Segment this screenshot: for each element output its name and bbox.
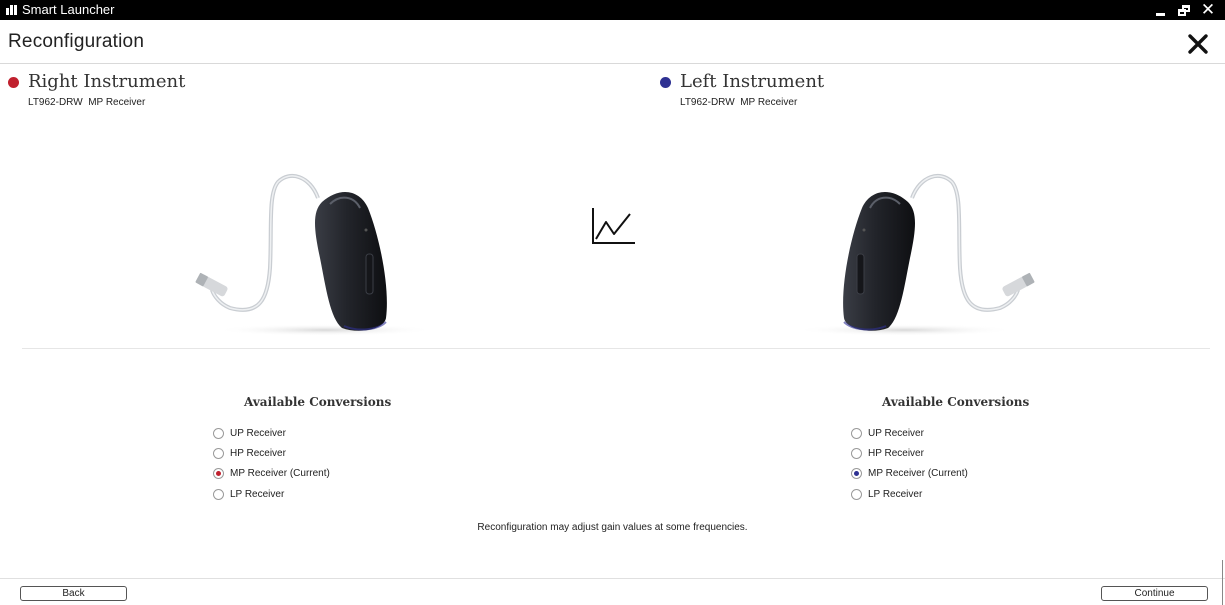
right-instrument-subtitle: LT962-DRW MP Receiver [28,97,145,108]
right-hearing-aid-image [195,173,430,336]
reconfiguration-note: Reconfiguration may adjust gain values a… [477,522,748,533]
left-instrument-dot [660,77,671,88]
option-label: HP Receiver [868,447,924,459]
right-instrument-receiver: MP Receiver [88,97,146,108]
right-instrument-model: LT962-DRW [28,97,83,108]
window-title-bar: Smart Launcher ✕ [0,0,1225,20]
left-instrument-title: Left Instrument [680,71,825,92]
right-option-hp-receiver[interactable]: HP Receiver [213,445,286,461]
back-button[interactable]: Back [20,586,127,601]
left-instrument-receiver: MP Receiver [740,97,798,108]
header-divider [0,63,1225,64]
continue-button[interactable]: Continue [1101,586,1208,601]
right-option-lp-receiver[interactable]: LP Receiver [213,486,284,502]
left-option-hp-receiver[interactable]: HP Receiver [851,445,924,461]
radio-button[interactable] [851,488,862,500]
app-signal-bars-icon [6,5,18,15]
left-option-lp-receiver[interactable]: LP Receiver [851,486,922,502]
option-label: UP Receiver [230,427,286,439]
option-label: UP Receiver [868,427,924,439]
right-conversions-heading: Available Conversions [244,395,392,409]
radio-button[interactable] [213,488,224,500]
right-option-up-receiver[interactable]: UP Receiver [213,425,286,441]
window-title: Smart Launcher [22,2,115,17]
left-option-mp-receiver-current[interactable]: MP Receiver (Current) [851,465,968,481]
radio-button[interactable] [213,427,224,439]
option-label: LP Receiver [868,488,923,500]
maximize-button[interactable] [1173,0,1195,20]
radio-button-selected[interactable] [851,467,862,479]
left-instrument-subtitle: LT962-DRW MP Receiver [680,97,797,108]
window-close-button[interactable]: ✕ [1197,0,1219,20]
minimize-button[interactable] [1150,0,1172,20]
close-icon[interactable] [1186,32,1210,56]
page-title: Reconfiguration [8,31,145,52]
option-label: MP Receiver (Current) [868,467,968,479]
radio-button[interactable] [851,447,862,459]
right-instrument-dot [8,77,19,88]
left-hearing-aid-image [800,173,1035,336]
left-conversions-heading: Available Conversions [882,395,1030,409]
radio-button[interactable] [851,427,862,439]
option-label: LP Receiver [230,488,285,500]
left-option-up-receiver[interactable]: UP Receiver [851,425,924,441]
section-divider [22,348,1210,349]
option-label: HP Receiver [230,447,286,459]
radio-button-selected[interactable] [213,467,224,479]
window-edge [1222,560,1223,605]
left-instrument-model: LT962-DRW [680,97,735,108]
line-chart-icon[interactable] [590,206,638,246]
right-option-mp-receiver-current[interactable]: MP Receiver (Current) [213,465,330,481]
option-label: MP Receiver (Current) [230,467,330,479]
radio-button[interactable] [213,447,224,459]
footer-divider [0,578,1225,579]
right-instrument-title: Right Instrument [28,71,186,92]
